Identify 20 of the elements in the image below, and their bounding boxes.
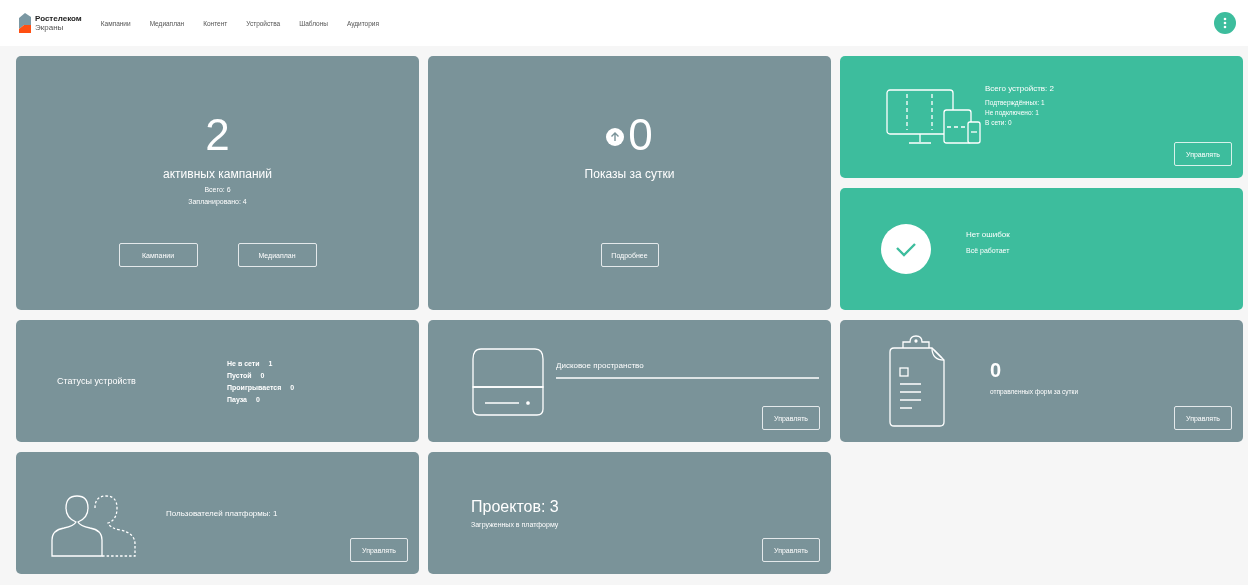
card-title: Пользователей платформы: 1 bbox=[166, 508, 278, 518]
logo-icon bbox=[18, 13, 32, 33]
card-title: Всего устройств: 2 bbox=[985, 83, 1054, 93]
stat-value: 0 bbox=[628, 112, 653, 158]
stat-label: активных кампаний bbox=[163, 167, 272, 181]
users-icon bbox=[50, 494, 138, 558]
brand-name: Ростелеком bbox=[35, 14, 82, 23]
card-title: Нет ошибок bbox=[966, 230, 1010, 239]
stat-label: Показы за сутки bbox=[584, 167, 675, 181]
stat-value: 0 bbox=[990, 359, 1003, 382]
more-icon bbox=[1223, 17, 1227, 29]
checkmark-icon bbox=[881, 224, 931, 274]
drive-icon bbox=[471, 347, 545, 417]
card-title: Проектов: 3 bbox=[471, 498, 559, 516]
card-title: Дисковое пространство bbox=[556, 361, 645, 370]
clipboard-icon bbox=[888, 334, 948, 428]
menu-button[interactable] bbox=[1214, 12, 1236, 34]
stat-value: 2 bbox=[205, 112, 230, 158]
card-title: Статусы устройств bbox=[57, 376, 137, 386]
brand-subtitle: Экраны bbox=[35, 23, 65, 32]
